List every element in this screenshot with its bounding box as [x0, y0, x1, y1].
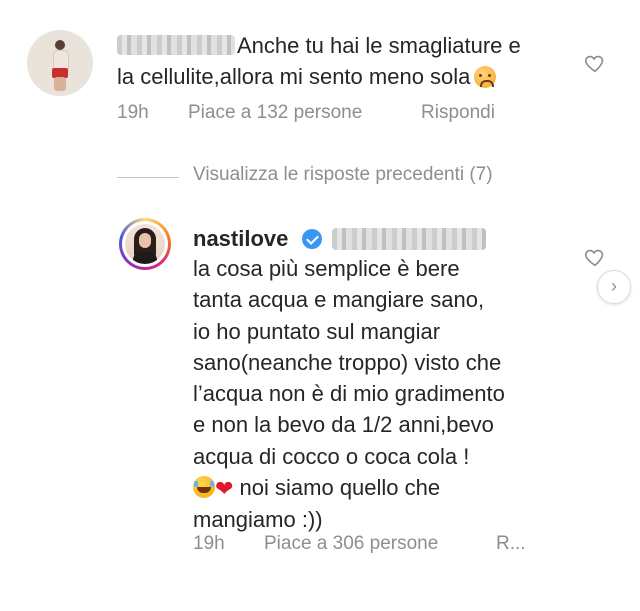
- reply-username[interactable]: nastilove: [193, 226, 288, 252]
- avatar-photo-head: [55, 40, 65, 50]
- blurred-mention: [332, 228, 486, 250]
- comment-1-text: Anche tu hai le smagliature e la celluli…: [117, 30, 567, 92]
- avatar-photo-legs: [54, 77, 66, 91]
- reply-likes[interactable]: Piace a 306 persone: [264, 533, 438, 555]
- comment-1-time: 19h: [117, 102, 149, 123]
- reply-author-avatar[interactable]: [119, 218, 171, 270]
- reply-line-3: io ho puntato sul mangiar: [193, 318, 441, 344]
- reply-line-5: l’acqua non è di mio gradimento: [193, 381, 505, 407]
- comment-1-reply-button[interactable]: Rispondi: [421, 102, 495, 124]
- frowning-face-emoji: [474, 66, 497, 88]
- comment-1-line-2: la cellulite,allora mi sento meno sola: [117, 64, 471, 89]
- blurred-username: [117, 35, 235, 56]
- replies-divider: [117, 177, 179, 178]
- heart-outline-icon[interactable]: [584, 52, 606, 74]
- reply-line-2: tanta acqua e mangiare sano,: [193, 287, 485, 313]
- reply-line-1: la cosa più semplice è bere: [193, 256, 460, 281]
- reply-line-4: sano(neanche troppo) visto che: [193, 349, 502, 375]
- chevron-right-icon[interactable]: ›: [597, 270, 631, 304]
- avatar-ring-gap: [122, 221, 168, 267]
- red-heart-emoji: ❤: [215, 476, 234, 502]
- verified-badge-icon: [302, 229, 322, 249]
- reply-text: la cosa più semplice è bere tanta acqua …: [193, 253, 573, 536]
- reply-time: 19h: [193, 533, 225, 554]
- avatar-photo-top: [133, 252, 157, 264]
- reply-line-6: e non la bevo da 1/2 anni,bevo: [193, 412, 494, 438]
- heart-outline-icon[interactable]: [584, 246, 606, 268]
- view-previous-replies[interactable]: Visualizza le risposte precedenti (7): [193, 164, 493, 186]
- reply-reply-button[interactable]: R...: [496, 533, 526, 555]
- avatar-photo-face: [139, 233, 151, 248]
- comment-1-likes[interactable]: Piace a 132 persone: [188, 102, 362, 124]
- comment-1-line-1: Anche tu hai le smagliature e: [237, 33, 521, 58]
- reply-line-9: mangiamo :)): [193, 507, 323, 533]
- reply-line-8: ❤ noi siamo quello che: [193, 472, 573, 504]
- tears-of-joy-emoji: [193, 476, 215, 499]
- commenter-avatar[interactable]: [27, 30, 93, 96]
- avatar-photo: [125, 224, 165, 264]
- reply-line-7: acqua di cocco o coca cola !: [193, 443, 470, 469]
- reply-line-8-text: noi siamo quello che: [233, 475, 441, 501]
